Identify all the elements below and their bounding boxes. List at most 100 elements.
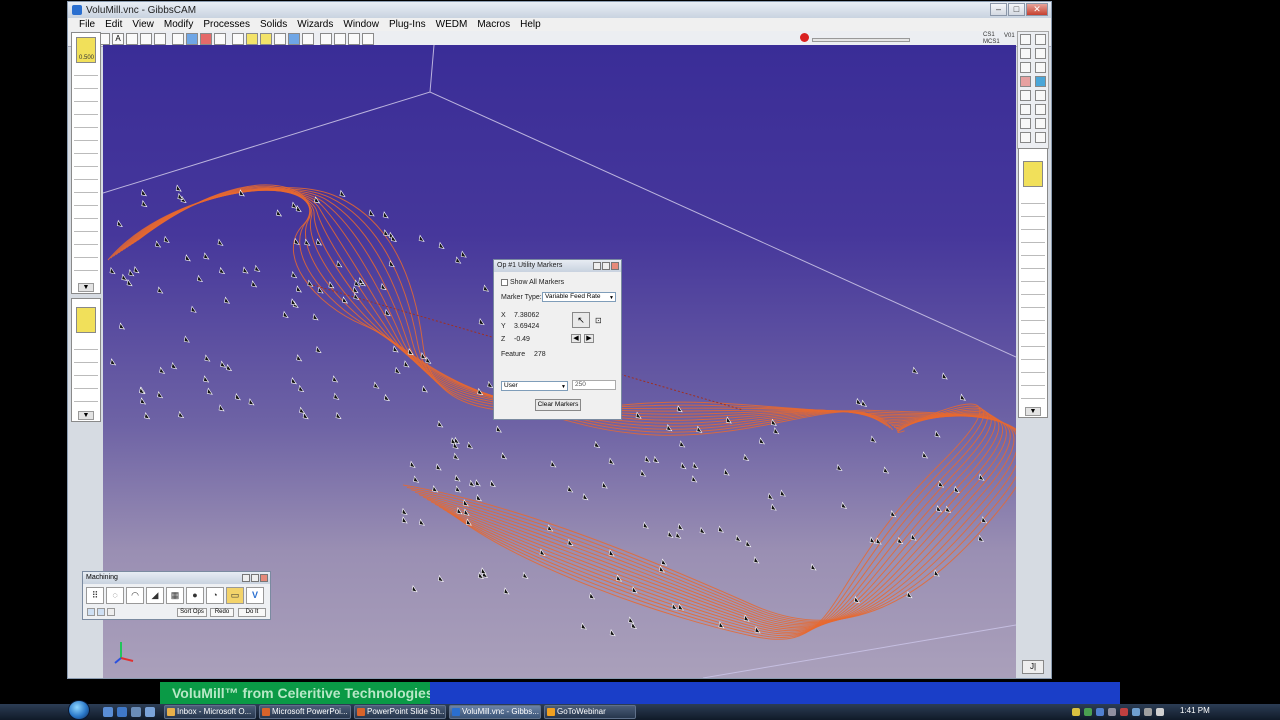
right-ruler[interactable]: ▼: [1018, 148, 1048, 418]
small-option-icon[interactable]: [107, 608, 115, 616]
next-marker-button[interactable]: ▶: [584, 334, 594, 343]
task-gibbscam[interactable]: VoluMill.vnc - Gibbs...: [449, 705, 541, 719]
menu-macros[interactable]: Macros: [472, 18, 515, 31]
contour-process-icon[interactable]: ◌: [106, 587, 124, 604]
close-button[interactable]: ✕: [1026, 3, 1048, 16]
markers-icon[interactable]: [1035, 118, 1046, 129]
close-icon[interactable]: [611, 262, 619, 270]
line-tool-icon[interactable]: [1035, 62, 1046, 73]
small-option-icon[interactable]: [87, 608, 95, 616]
close-icon[interactable]: [260, 574, 268, 582]
tray-icon[interactable]: [1120, 708, 1128, 716]
menu-solids[interactable]: Solids: [255, 18, 292, 31]
left-lower-ruler[interactable]: ▼: [71, 298, 101, 422]
do-it-button[interactable]: Do It: [238, 608, 266, 617]
help-icon[interactable]: [593, 262, 601, 270]
volume-icon[interactable]: [1144, 708, 1152, 716]
tray-icon[interactable]: [1072, 708, 1080, 716]
solid-view-icon[interactable]: [154, 32, 166, 45]
left-tool-ruler[interactable]: 0.500 ▼: [71, 32, 101, 294]
dialog-titlebar[interactable]: Op #1 Utility Markers: [494, 260, 621, 272]
task-outlook[interactable]: Inbox - Microsoft O...: [164, 705, 256, 719]
select-icon[interactable]: [172, 32, 184, 45]
start-button[interactable]: [68, 700, 90, 720]
show-all-markers-checkbox[interactable]: [501, 279, 508, 286]
document-tool-icon[interactable]: [1035, 34, 1046, 45]
menu-edit[interactable]: Edit: [100, 18, 127, 31]
quicklaunch-icon[interactable]: [145, 707, 155, 717]
task-powerpoint[interactable]: Microsoft PowerPoi...: [259, 705, 351, 719]
edit-tool-icon[interactable]: [1020, 62, 1031, 73]
arrow-tool-icon[interactable]: [1035, 48, 1046, 59]
ruler-down-arrow-icon[interactable]: ▼: [1025, 407, 1041, 416]
pocket-process-icon[interactable]: ◠: [126, 587, 144, 604]
tray-icon[interactable]: [1156, 708, 1164, 716]
workgroup-icon[interactable]: [1020, 90, 1031, 101]
explorer-icon[interactable]: [131, 707, 141, 717]
show-desktop-icon[interactable]: [103, 707, 113, 717]
menu-file[interactable]: File: [74, 18, 100, 31]
pointer-tool-icon[interactable]: [1020, 34, 1031, 45]
shaded-icon[interactable]: [140, 32, 152, 45]
rough-process-icon[interactable]: ◔: [206, 587, 224, 604]
surface-process-icon[interactable]: ▦: [166, 587, 184, 604]
marker-type-select[interactable]: Variable Feed Rate ▼: [542, 292, 616, 302]
menu-wizards[interactable]: Wizards: [292, 18, 338, 31]
flip-icon[interactable]: [302, 32, 314, 45]
ruler-down-arrow-icon[interactable]: ▼: [78, 283, 94, 292]
menu-wedm[interactable]: WEDM: [431, 18, 473, 31]
cut-part-icon[interactable]: [260, 32, 272, 45]
maximize-button[interactable]: □: [1008, 3, 1025, 16]
view-icon[interactable]: [1020, 132, 1031, 143]
menu-window[interactable]: Window: [338, 18, 384, 31]
ruler-down-arrow-icon[interactable]: ▼: [78, 411, 94, 420]
tray-icon[interactable]: [1084, 708, 1092, 716]
pick-marker-button[interactable]: ↖: [572, 312, 590, 328]
drill-process-icon[interactable]: ⠿: [86, 587, 104, 604]
network-icon[interactable]: [1132, 708, 1140, 716]
task-slideshow[interactable]: PowerPoint Slide Sh...: [354, 705, 446, 719]
menu-modify[interactable]: Modify: [159, 18, 198, 31]
minimize-icon[interactable]: [602, 262, 610, 270]
volumill-process-icon[interactable]: ▭: [226, 587, 244, 604]
circle-icon[interactable]: [232, 32, 244, 45]
window-titlebar[interactable]: VoluMill.vnc - GibbsCAM – □ ✕: [68, 2, 1051, 18]
prev-marker-button[interactable]: ◀: [571, 334, 581, 343]
menu-processes[interactable]: Processes: [198, 18, 255, 31]
redo-button[interactable]: Redo: [210, 608, 234, 617]
minimize-icon[interactable]: [251, 574, 259, 582]
volumill-v-icon[interactable]: V: [246, 587, 264, 604]
machining-titlebar[interactable]: Machining: [83, 572, 270, 584]
solid-process-icon[interactable]: ●: [186, 587, 204, 604]
solid-tool-icon[interactable]: [1035, 76, 1046, 87]
corner-button[interactable]: J|: [1022, 660, 1044, 674]
tool-cap-icon[interactable]: 0.500: [76, 37, 96, 63]
select-box-icon[interactable]: [1020, 48, 1031, 59]
user-select[interactable]: User ▼: [501, 381, 568, 391]
stock-icon[interactable]: [274, 32, 286, 45]
help-icon[interactable]: [242, 574, 250, 582]
cut-icon[interactable]: [1020, 118, 1031, 129]
user-value-field[interactable]: 250: [572, 380, 616, 390]
toolpath-display-icon[interactable]: [246, 32, 258, 45]
dimension-icon[interactable]: [214, 32, 226, 45]
pointer-icon[interactable]: [334, 32, 346, 45]
wireframe-icon[interactable]: [126, 32, 138, 45]
ie-icon[interactable]: [117, 707, 127, 717]
geometry-tool-icon[interactable]: [1020, 76, 1031, 87]
thread-process-icon[interactable]: ◢: [146, 587, 164, 604]
machining-icon[interactable]: [1035, 104, 1046, 115]
copy-icon[interactable]: [1035, 132, 1046, 143]
pencil-icon[interactable]: [320, 32, 332, 45]
text-icon[interactable]: A: [112, 32, 124, 45]
tools-icon[interactable]: [1020, 104, 1031, 115]
menu-view[interactable]: View: [127, 18, 159, 31]
tool-holder-right-icon[interactable]: [1023, 161, 1043, 187]
tray-icon[interactable]: [1108, 708, 1116, 716]
clear-markers-button[interactable]: Clear Markers: [535, 399, 581, 411]
tool-icon[interactable]: [288, 32, 300, 45]
lock-icon[interactable]: ⊡: [595, 316, 602, 325]
task-gotowebinar[interactable]: GoToWebinar: [544, 705, 636, 719]
sort-ops-button[interactable]: Sort Ops: [177, 608, 207, 617]
pin-icon[interactable]: [362, 32, 374, 45]
